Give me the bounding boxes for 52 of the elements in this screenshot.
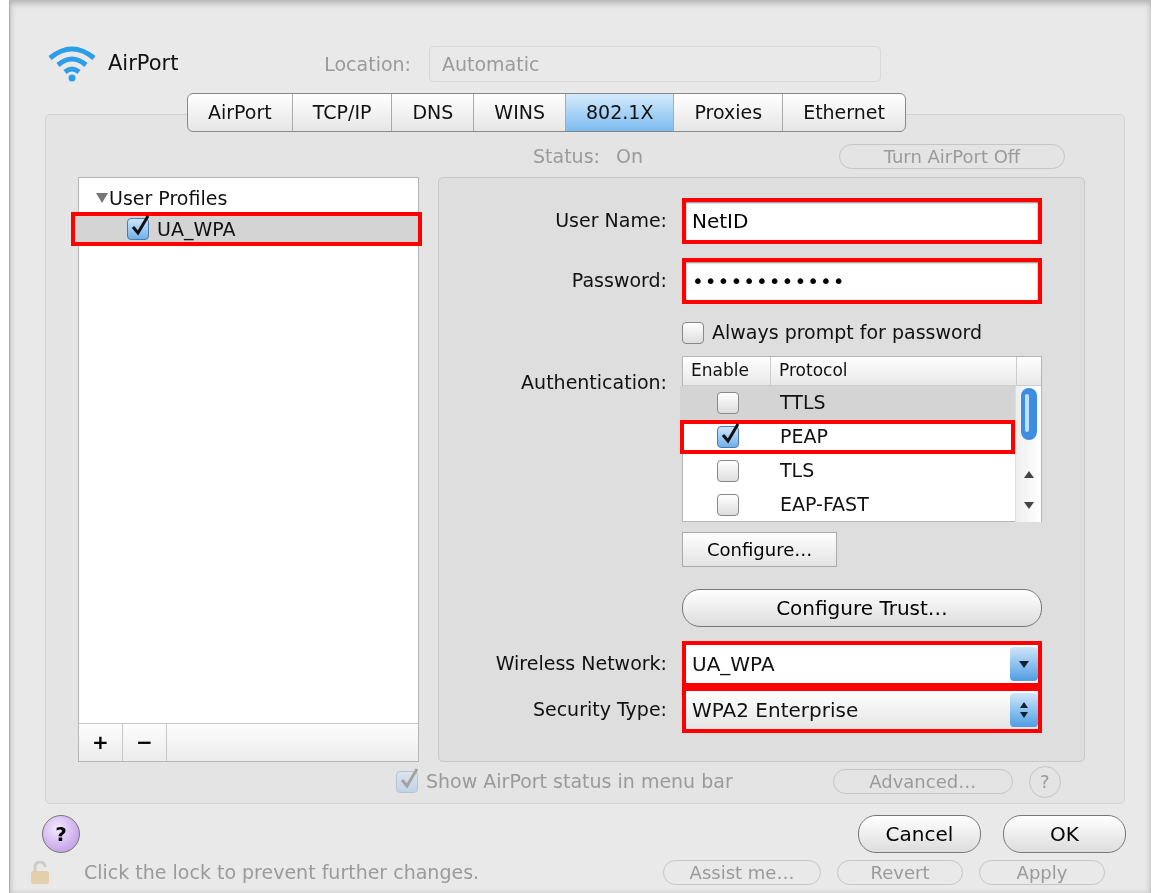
tab[interactable]: AirPort (188, 94, 293, 131)
protocol-row[interactable]: EAP-FAST (680, 487, 1015, 522)
checkbox-label: Show AirPort status in menu bar (426, 769, 733, 795)
checkbox[interactable] (682, 321, 704, 344)
status-label: Status: (533, 144, 600, 170)
protocol-name: PEAP (779, 424, 828, 450)
profile-name: UA_WPA (157, 216, 236, 243)
security-type-dropdown[interactable]: WPA2 Enterprise (682, 686, 1042, 733)
tab[interactable]: TCP/IP (292, 94, 393, 131)
protocol-row[interactable]: PEAP (680, 419, 1015, 454)
location-label: Location: (324, 51, 411, 77)
field-label: Authentication: (520, 369, 667, 395)
add-button[interactable]: + (79, 723, 123, 761)
scroll-bar[interactable] (1015, 385, 1041, 522)
protocol-row[interactable]: TLS (680, 453, 1015, 488)
dropdown-arrow-icon[interactable] (1018, 658, 1030, 669)
checkbox[interactable] (717, 391, 739, 414)
wifi-icon (46, 44, 98, 84)
ok-button[interactable]: OK (1003, 814, 1126, 853)
column-header[interactable]: Enable (683, 356, 771, 385)
configure-button[interactable]: Configure… (682, 531, 838, 567)
wireless-network-dropdown[interactable]: UA_WPA (682, 640, 1042, 687)
remove-button[interactable]: − (123, 723, 167, 761)
tab[interactable]: Ethernet (783, 94, 905, 131)
disclosure-triangle-icon[interactable] (95, 191, 109, 204)
status-value: On (615, 144, 643, 170)
tab[interactable]: Proxies (674, 94, 784, 131)
checkbox[interactable] (717, 425, 739, 448)
checkbox[interactable] (717, 493, 739, 516)
field-label: Password: (570, 268, 667, 294)
field-label: Security Type: (531, 697, 667, 723)
field-label: Wireless Network: (494, 651, 667, 677)
profile-row[interactable]: UA_WPA (71, 212, 422, 246)
protocol-name: TLS (779, 458, 815, 484)
cancel-button[interactable]: Cancel (858, 814, 981, 853)
checkbox-label: Always prompt for password (712, 320, 983, 346)
field-label: User Name: (554, 208, 667, 234)
configure-trust-button[interactable]: Configure Trust… (682, 588, 1042, 627)
help-button[interactable]: ? (42, 814, 80, 853)
tab[interactable]: DNS (392, 94, 475, 131)
password-field[interactable]: •••••••••••• (682, 257, 1042, 304)
lock-message: Click the lock to prevent further changes. (84, 860, 480, 886)
checkbox[interactable] (127, 218, 149, 240)
checkbox[interactable] (717, 459, 739, 482)
protocol-name: TTLS (779, 390, 826, 416)
column-header[interactable]: Protocol (771, 356, 1017, 385)
window-title: AirPort (108, 50, 179, 78)
user-name-field[interactable]: NetID (682, 197, 1042, 244)
protocol-row[interactable]: TTLS (680, 385, 1015, 420)
tab[interactable]: 802.1X (566, 94, 675, 131)
profiles-header: User Profiles (109, 185, 228, 211)
protocol-name: EAP-FAST (779, 492, 869, 518)
